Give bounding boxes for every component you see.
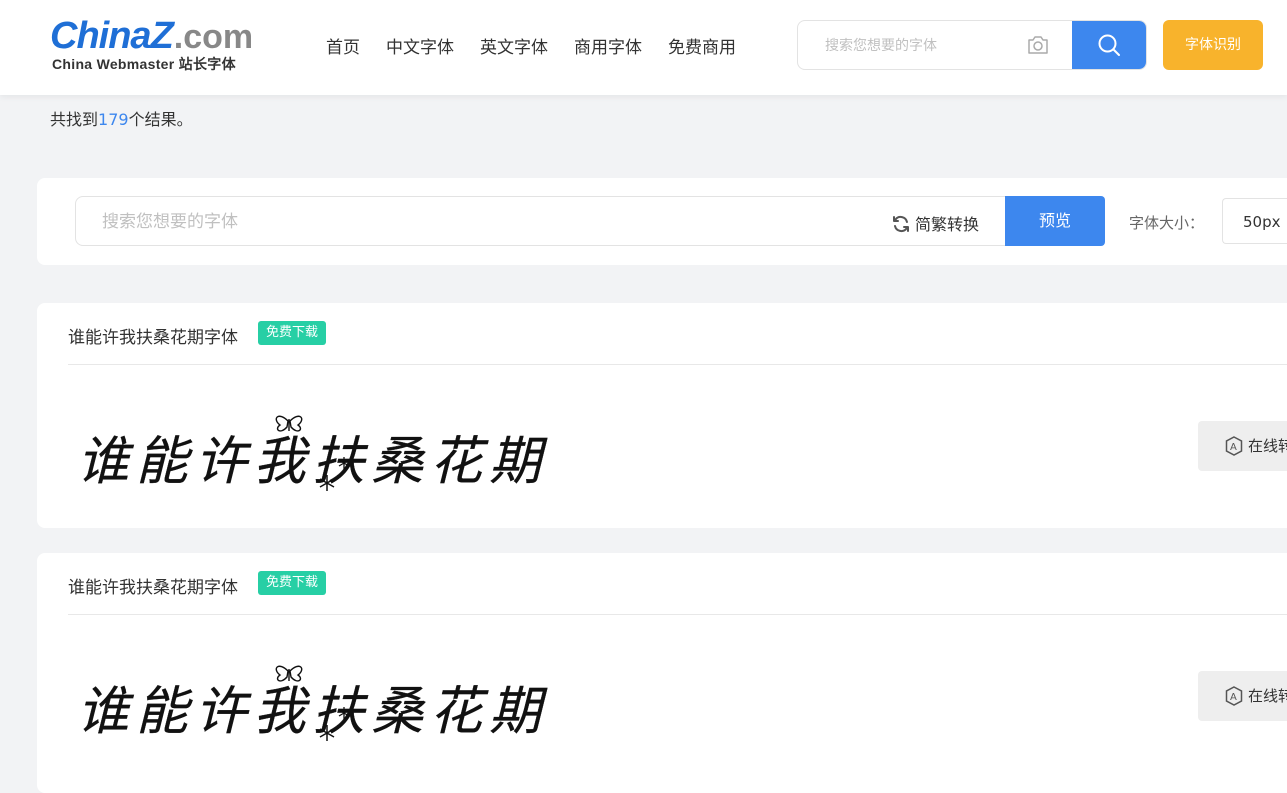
- logo-com: .com: [173, 18, 254, 56]
- font-name[interactable]: 谁能许我扶桑花期字体: [68, 573, 238, 598]
- font-preview-svg: 谁能许我扶桑花期: [77, 665, 548, 742]
- preview-text: 谁能许我扶桑花期: [77, 432, 548, 492]
- site-logo[interactable]: ChinaZ.com China Webmaster 站长字体: [50, 15, 280, 74]
- logo-z: Z: [150, 15, 174, 57]
- nav-free-commercial[interactable]: 免费商用: [668, 33, 736, 58]
- main-nav: 首页 中文字体 英文字体 商用字体 免费商用: [326, 33, 762, 58]
- free-download-badge[interactable]: 免费下载: [258, 321, 327, 345]
- font-card: 谁能许我扶桑花期字体 免费下载 谁能许我扶桑花期 A 在线转: [37, 303, 1287, 528]
- font-size-select[interactable]: 50px: [1222, 198, 1287, 244]
- nav-english-fonts[interactable]: 英文字体: [480, 33, 548, 58]
- svg-text:A: A: [1230, 442, 1237, 453]
- camera-icon[interactable]: [1026, 35, 1050, 55]
- svg-text:A: A: [1230, 692, 1237, 703]
- font-recognize-button[interactable]: 字体识别: [1163, 20, 1263, 70]
- online-convert-label: 在线转: [1248, 437, 1287, 455]
- font-preview-image: 谁能许我扶桑花期: [77, 651, 617, 751]
- nav-commercial-fonts[interactable]: 商用字体: [574, 33, 642, 58]
- card-divider: [68, 614, 1287, 615]
- results-count: 179: [98, 110, 129, 129]
- site-header: ChinaZ.com China Webmaster 站长字体 首页 中文字体 英文…: [0, 0, 1287, 95]
- online-edit-icon: A: [1225, 686, 1243, 706]
- nav-home[interactable]: 首页: [326, 33, 360, 58]
- online-convert-label: 在线转: [1248, 687, 1287, 705]
- preview-button[interactable]: 预览: [1005, 196, 1105, 246]
- font-preview-svg: 谁能许我扶桑花期: [77, 415, 548, 492]
- online-convert-button[interactable]: A 在线转: [1198, 421, 1287, 471]
- preview-input-wrap: 简繁转换: [75, 196, 1007, 247]
- font-preview-image: 谁能许我扶桑花期: [77, 401, 617, 501]
- butterfly-icon: [275, 415, 303, 432]
- search-input[interactable]: [823, 21, 1017, 69]
- font-card: 谁能许我扶桑花期字体 免费下载 谁能许我扶桑花期 A 在线转: [37, 553, 1287, 793]
- online-convert-button[interactable]: A 在线转: [1198, 671, 1287, 721]
- preview-toolbar: 简繁转换 预览 字体大小： 50px: [37, 178, 1287, 265]
- results-prefix: 共找到: [50, 110, 99, 129]
- butterfly-icon: [275, 665, 303, 682]
- search-button[interactable]: [1072, 21, 1146, 69]
- free-download-badge[interactable]: 免费下载: [258, 571, 327, 595]
- preview-text-input[interactable]: [100, 197, 804, 247]
- preview-text: 谁能许我扶桑花期: [77, 682, 548, 742]
- nav-chinese-fonts[interactable]: 中文字体: [386, 33, 454, 58]
- logo-wordmark: ChinaZ.com: [50, 15, 254, 57]
- logo-china: China: [50, 15, 152, 57]
- results-summary: 共找到179个结果。: [50, 106, 193, 130]
- refresh-icon: [893, 215, 909, 233]
- convert-label: 简繁转换: [915, 215, 980, 234]
- online-edit-icon: A: [1225, 436, 1243, 456]
- simplified-traditional-convert[interactable]: 简繁转换: [891, 211, 979, 235]
- logo-subtitle: China Webmaster 站长字体: [52, 56, 236, 72]
- font-size-label: 字体大小：: [1129, 214, 1205, 232]
- results-suffix: 个结果。: [128, 110, 193, 129]
- font-name[interactable]: 谁能许我扶桑花期字体: [68, 323, 238, 348]
- card-divider: [68, 364, 1287, 365]
- header-search: [797, 20, 1147, 70]
- search-icon: [1098, 34, 1120, 56]
